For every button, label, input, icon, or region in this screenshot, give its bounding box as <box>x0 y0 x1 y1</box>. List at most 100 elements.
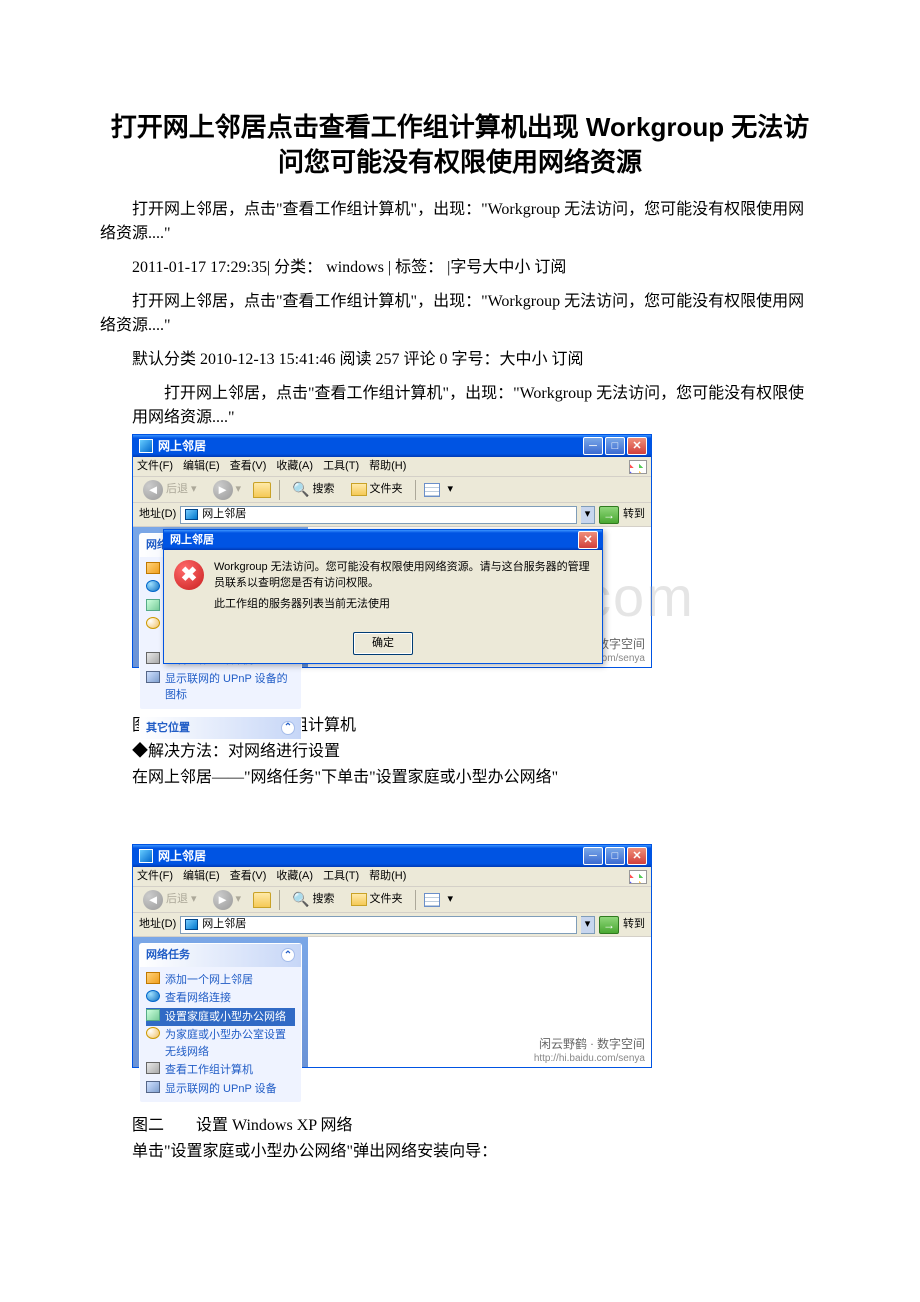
menu-bar: 文件(F) 编辑(E) 查看(V) 收藏(A) 工具(T) 帮助(H) <box>133 867 651 887</box>
task-add-network-place[interactable]: 添加一个网上邻居 <box>146 971 295 990</box>
folders-button[interactable]: 文件夹 <box>347 889 407 910</box>
ok-button[interactable]: 确定 <box>353 632 413 655</box>
other-places-header[interactable]: 其它位置 ⌃ <box>140 717 301 740</box>
toolbar-separator <box>279 480 280 500</box>
paragraph-intro-2: 打开网上邻居，点击"查看工作组计算机"，出现："Workgroup 无法访问，您… <box>100 290 820 338</box>
doc-title: 打开网上邻居点击查看工作组计算机出现 Workgroup 无法访问您可能没有权限… <box>100 110 820 180</box>
back-label: 后退 <box>166 891 188 908</box>
back-button[interactable]: ◄ 后退 ▾ <box>139 478 201 502</box>
figure-2-caption: 图二 设置 Windows XP 网络 <box>132 1114 820 1138</box>
menu-file[interactable]: 文件(F) <box>137 458 173 475</box>
menu-help[interactable]: 帮助(H) <box>369 458 406 475</box>
task-show-upnp[interactable]: 显示联网的 UPnP 设备 <box>146 1080 295 1099</box>
add-icon <box>146 562 160 574</box>
toolbar-separator <box>415 480 416 500</box>
back-button[interactable]: ◄ 后退 ▾ <box>139 888 201 912</box>
menu-help[interactable]: 帮助(H) <box>369 868 406 885</box>
back-arrow-icon: ◄ <box>143 890 163 910</box>
task-show-upnp[interactable]: 显示联网的 UPnP 设备的图标 <box>146 670 295 705</box>
workgroup-icon <box>146 652 160 664</box>
back-arrow-icon: ◄ <box>143 480 163 500</box>
task-wireless[interactable]: 为家庭或小型办公室设置无线网络 <box>146 1026 295 1061</box>
go-button[interactable]: → <box>599 506 619 524</box>
task-setup-network-selected[interactable]: 设置家庭或小型办公网络 <box>146 1008 295 1027</box>
forward-arrow-icon: ► <box>213 890 233 910</box>
minimize-button[interactable]: ─ <box>583 847 603 865</box>
address-bar: 地址(D) 网上邻居 ▾ → 转到 <box>133 503 651 527</box>
paragraph-meta-2: 默认分类 2010-12-13 15:41:46 阅读 257 评论 0 字号：… <box>100 348 820 372</box>
network-icon <box>185 919 198 930</box>
search-label: 搜索 <box>313 891 335 908</box>
search-button[interactable]: 🔍 搜索 <box>288 887 338 912</box>
globe-icon <box>146 580 160 592</box>
forward-button[interactable]: ► ▾ <box>209 888 246 912</box>
search-icon: 🔍 <box>292 479 309 500</box>
menu-view[interactable]: 查看(V) <box>230 458 267 475</box>
close-button[interactable]: ✕ <box>627 437 647 455</box>
error-dialog: 网上邻居 ✕ ✖ Workgroup 无法访问。您可能没有权限使用网络资源。请与… <box>163 529 603 664</box>
network-places-icon <box>139 849 153 863</box>
forward-button[interactable]: ► ▾ <box>209 478 246 502</box>
other-places-label: 其它位置 <box>146 720 190 737</box>
windows-logo-icon <box>629 870 647 884</box>
address-label: 地址(D) <box>139 506 176 523</box>
maximize-button[interactable]: □ <box>605 847 625 865</box>
maximize-button[interactable]: □ <box>605 437 625 455</box>
folders-button[interactable]: 文件夹 <box>347 479 407 500</box>
wizard-icon <box>146 1009 160 1021</box>
menu-tools[interactable]: 工具(T) <box>323 458 359 475</box>
network-tasks-header[interactable]: 网络任务 ⌃ <box>140 944 301 967</box>
folder-up-icon[interactable] <box>253 482 271 498</box>
screenshot-1-xp-window: 网上邻居 ─ □ ✕ 文件(F) 编辑(E) 查看(V) 收藏(A) 工具(T)… <box>132 434 652 668</box>
address-dropdown[interactable]: ▾ <box>581 916 595 934</box>
collapse-icon: ⌃ <box>281 721 295 735</box>
address-input[interactable]: 网上邻居 <box>180 916 577 934</box>
toolbar-separator <box>279 890 280 910</box>
address-label: 地址(D) <box>139 916 176 933</box>
view-icon[interactable] <box>424 893 440 907</box>
window-title-text: 网上邻居 <box>158 437 583 455</box>
close-button[interactable]: ✕ <box>627 847 647 865</box>
error-message-1: Workgroup 无法访问。您可能没有权限使用网络资源。请与这台服务器的管理员… <box>214 560 592 591</box>
minimize-button[interactable]: ─ <box>583 437 603 455</box>
image-watermark: 闲云野鹤 · 数字空间 http://hi.baidu.com/senya <box>534 1037 645 1066</box>
task-view-connections[interactable]: 查看网络连接 <box>146 989 295 1008</box>
go-label: 转到 <box>623 916 645 933</box>
menu-view[interactable]: 查看(V) <box>230 868 267 885</box>
dialog-close-button[interactable]: ✕ <box>578 531 598 549</box>
address-input[interactable]: 网上邻居 <box>180 506 577 524</box>
go-button[interactable]: → <box>599 916 619 934</box>
tool-bar: ◄ 后退 ▾ ► ▾ 🔍 搜索 文件夹 ▾ <box>133 887 651 913</box>
search-icon: 🔍 <box>292 889 309 910</box>
task-view-workgroup[interactable]: 查看工作组计算机 <box>146 1061 295 1080</box>
menu-favorites[interactable]: 收藏(A) <box>276 868 313 885</box>
menu-tools[interactable]: 工具(T) <box>323 868 359 885</box>
forward-arrow-icon: ► <box>213 480 233 500</box>
paragraph-meta-1: 2011-01-17 17:29:35| 分类： windows | 标签： |… <box>100 256 820 280</box>
folders-icon <box>351 483 367 496</box>
view-icon[interactable] <box>424 483 440 497</box>
error-message-2: 此工作组的服务器列表当前无法使用 <box>214 597 592 612</box>
paragraph-intro-1: 打开网上邻居，点击"查看工作组计算机"，出现："Workgroup 无法访问，您… <box>100 198 820 246</box>
solution-step-1: 在网上邻居——"网络任务"下单击"设置家庭或小型办公网络" <box>132 766 820 790</box>
menu-favorites[interactable]: 收藏(A) <box>276 458 313 475</box>
menu-file[interactable]: 文件(F) <box>137 868 173 885</box>
address-dropdown[interactable]: ▾ <box>581 506 595 524</box>
wireless-icon <box>146 1027 160 1039</box>
window-title-bar: 网上邻居 ─ □ ✕ <box>133 845 651 867</box>
collapse-icon: ⌃ <box>281 948 295 962</box>
section-intro: 打开网上邻居，点击"查看工作组计算机"，出现："Workgroup 无法访问，您… <box>132 382 820 430</box>
error-icon: ✖ <box>174 560 204 590</box>
menu-edit[interactable]: 编辑(E) <box>183 458 220 475</box>
menu-edit[interactable]: 编辑(E) <box>183 868 220 885</box>
folder-up-icon[interactable] <box>253 892 271 908</box>
search-button[interactable]: 🔍 搜索 <box>288 477 338 502</box>
toolbar-separator <box>415 890 416 910</box>
search-label: 搜索 <box>313 481 335 498</box>
solution-heading: ◆解决方法：对网络进行设置 <box>132 740 820 764</box>
globe-icon <box>146 990 160 1002</box>
add-icon <box>146 972 160 984</box>
upnp-icon <box>146 1081 160 1093</box>
tool-bar: ◄ 后退 ▾ ► ▾ 🔍 搜索 文件夹 ▾ <box>133 477 651 503</box>
solution-step-2: 单击"设置家庭或小型办公网络"弹出网络安装向导： <box>132 1140 820 1164</box>
